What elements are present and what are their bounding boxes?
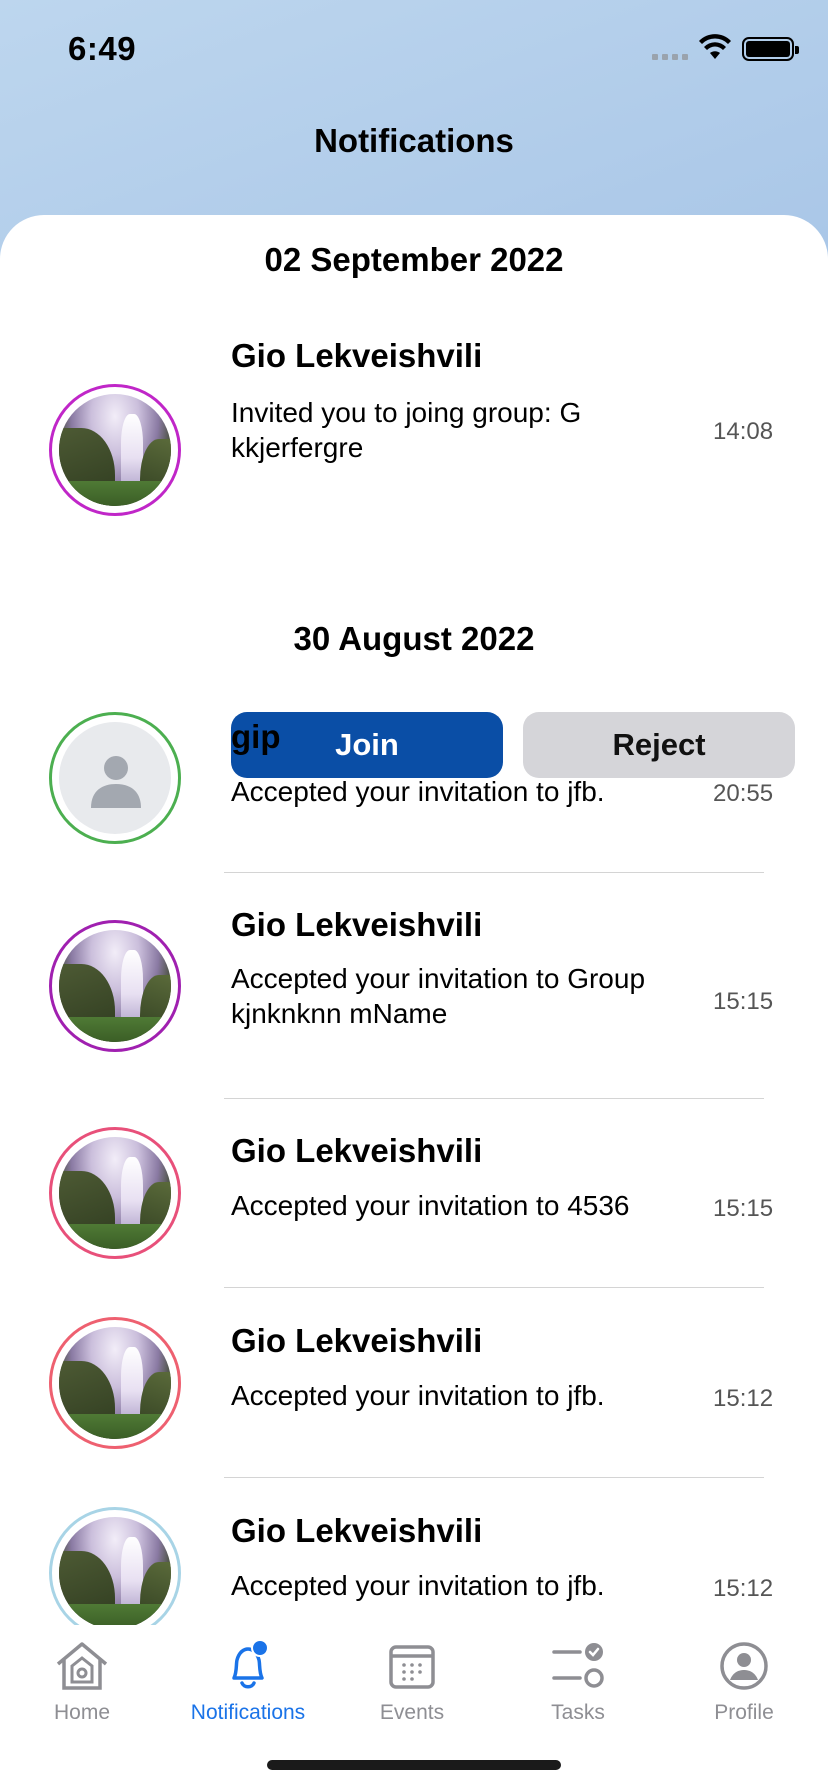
cellular-signal-icon xyxy=(652,54,688,60)
notification-time: 20:55 xyxy=(713,780,774,807)
notification-sender: Gio Lekveishvili xyxy=(231,1132,483,1169)
tab-events[interactable]: Events xyxy=(337,1637,487,1725)
tab-bar: Home Notifications Events Tasks Profile xyxy=(0,1625,828,1792)
notification-text: Accepted your invitation to jfb. xyxy=(231,1380,605,1411)
divider xyxy=(224,1477,764,1478)
tab-home[interactable]: Home xyxy=(7,1637,157,1725)
home-indicator xyxy=(267,1760,561,1770)
avatar-image xyxy=(59,1137,171,1249)
tab-profile-label: Profile xyxy=(714,1701,774,1724)
date-header: 02 September 2022 xyxy=(264,241,564,278)
notification-sender: gip xyxy=(231,718,281,755)
profile-icon xyxy=(720,1642,768,1690)
status-bar: 6:49 xyxy=(0,0,828,100)
notification-time: 14:08 xyxy=(713,418,774,445)
avatar[interactable] xyxy=(49,920,181,1052)
avatar-image xyxy=(59,394,171,506)
avatar[interactable] xyxy=(49,712,181,844)
bell-icon xyxy=(232,1639,269,1689)
avatar[interactable] xyxy=(49,1317,181,1449)
tab-notifications-label: Notifications xyxy=(190,1701,306,1724)
battery-icon xyxy=(742,37,799,61)
avatar[interactable] xyxy=(49,1507,181,1639)
tab-notifications[interactable]: Notifications xyxy=(173,1637,323,1725)
tab-events-label: Events xyxy=(379,1701,445,1724)
tab-profile[interactable]: Profile xyxy=(669,1637,819,1725)
divider xyxy=(224,1287,764,1288)
notification-sender: Gio Lekveishvili xyxy=(231,1512,483,1549)
tab-home-label: Home xyxy=(53,1701,111,1724)
status-time: 6:49 xyxy=(68,30,137,67)
divider xyxy=(224,1098,764,1099)
person-placeholder-icon xyxy=(59,722,171,834)
tasks-icon xyxy=(552,1643,604,1688)
notification-sender: Gio Lekveishvili xyxy=(231,337,483,374)
notification-sender: Gio Lekveishvili xyxy=(231,906,483,943)
avatar[interactable] xyxy=(49,1127,181,1259)
tab-tasks[interactable]: Tasks xyxy=(503,1637,653,1725)
notification-text: Accepted your invitation to jfb. xyxy=(231,1570,605,1601)
notification-time: 15:12 xyxy=(713,1385,774,1412)
notification-text: Accepted your invitation to jfb. xyxy=(231,776,605,807)
wifi-icon xyxy=(699,34,731,59)
avatar-image xyxy=(59,930,171,1042)
divider xyxy=(224,872,764,873)
notification-text: Accepted your invitation to Group kjnknk… xyxy=(231,963,646,1029)
notifications-list[interactable]: 02 September 2022 Gio Lekveishvili Invit… xyxy=(0,215,828,1792)
notification-text: Invited you to joing group: G kkjerfergr… xyxy=(231,397,582,463)
reject-button[interactable]: Reject xyxy=(523,712,795,778)
avatar[interactable] xyxy=(49,384,181,516)
tab-tasks-label: Tasks xyxy=(551,1701,605,1724)
home-icon xyxy=(56,1642,108,1690)
calendar-icon xyxy=(389,1645,435,1689)
notification-text: Accepted your invitation to 4536 xyxy=(231,1190,630,1221)
page-title: Notifications xyxy=(314,122,514,159)
notification-time: 15:15 xyxy=(713,988,774,1015)
notification-time: 15:12 xyxy=(713,1575,774,1602)
notification-sender: Gio Lekveishvili xyxy=(231,1322,483,1359)
date-header: 30 August 2022 xyxy=(293,620,535,657)
avatar-image xyxy=(59,1517,171,1629)
avatar-image xyxy=(59,1327,171,1439)
notification-time: 15:15 xyxy=(713,1195,774,1222)
